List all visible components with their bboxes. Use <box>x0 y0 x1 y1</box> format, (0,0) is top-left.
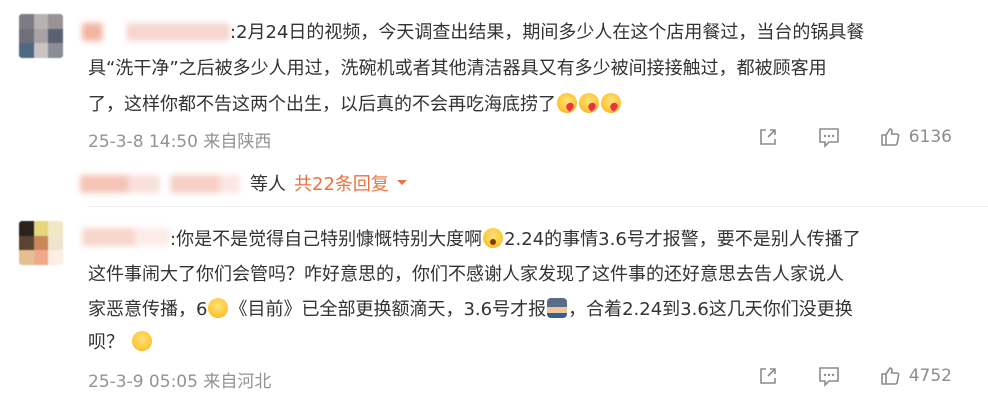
comment-actions: 4752 <box>719 365 952 387</box>
comment-actions: 6136 <box>719 126 952 148</box>
share-button[interactable] <box>757 126 779 148</box>
timestamp: 25-3-9 05:05 <box>88 372 198 392</box>
comment-meta: 25-3-8 14:50 来自陕西 <box>88 127 271 152</box>
kiss-emoji-icon <box>557 93 577 113</box>
location: 来自陕西 <box>203 132 272 152</box>
thumbs-up-icon <box>880 367 900 385</box>
share-icon <box>759 129 776 145</box>
avatar[interactable] <box>19 221 63 265</box>
comment-button[interactable] <box>817 126 841 148</box>
thumbs-up-icon <box>880 128 900 146</box>
comment-text: 了，这样你都不告这两个出生，以后真的不会再吃海底捞了 <box>88 89 968 120</box>
like-count: 4752 <box>908 366 952 386</box>
like-button[interactable]: 6136 <box>879 126 952 148</box>
like-count: 6136 <box>908 127 952 147</box>
comment-text: :你是不是觉得自己特别慷慨特别大度啊 2.24的事情3.6号才报警，要不是别人传播… <box>170 228 861 250</box>
reply-user[interactable] <box>170 175 240 193</box>
replies-count-link[interactable]: 共22条回复 <box>294 170 389 196</box>
wink-emoji-icon <box>208 298 229 318</box>
username[interactable] <box>82 23 230 41</box>
replies-summary[interactable]: 等人 共22条回复 <box>250 170 409 196</box>
comment-icon <box>818 367 839 387</box>
comment-button[interactable] <box>817 365 841 387</box>
kiss-emoji-icon <box>579 93 599 113</box>
divider <box>88 206 988 207</box>
share-button[interactable] <box>757 365 779 387</box>
username[interactable] <box>82 228 170 246</box>
chevron-down-icon <box>396 180 407 185</box>
comment-text: 呗？ <box>88 327 968 358</box>
avatar[interactable] <box>19 14 63 58</box>
comment-text: 具“洗干净”之后被多少人用过，洗碗机或者其他清洁器具又有多少被间接接触过，都被顾… <box>88 58 827 79</box>
timestamp: 25-3-8 14:50 <box>88 132 198 152</box>
comment-meta: 25-3-9 05:05 来自河北 <box>88 367 271 392</box>
location: 来自河北 <box>203 372 272 392</box>
kiss-emoji-icon <box>601 93 621 113</box>
police-emoji-icon <box>547 298 568 318</box>
comment-text: 这件事闹大了你们会管吗？咋好意思的，你们不感谢人家发现了这件事的还好意思去告人家… <box>88 264 844 285</box>
comment-text: 家恶意传播，6 《目前》已全部更换额滴天，3.6号才报 ，合着2.24到3.6这几天… <box>88 298 853 320</box>
comment-text: :2月24日的视频，今天调查出结果，期间多少人在这个店用餐过，当台的锅具餐 <box>230 22 865 43</box>
reply-user[interactable] <box>80 175 160 193</box>
shocked-emoji-icon <box>483 228 504 248</box>
share-icon <box>759 368 776 384</box>
like-button[interactable]: 4752 <box>879 365 952 387</box>
replies-by-label: 等人 <box>250 174 286 195</box>
comment-icon <box>818 128 839 148</box>
sleepy-emoji-icon <box>132 331 152 351</box>
